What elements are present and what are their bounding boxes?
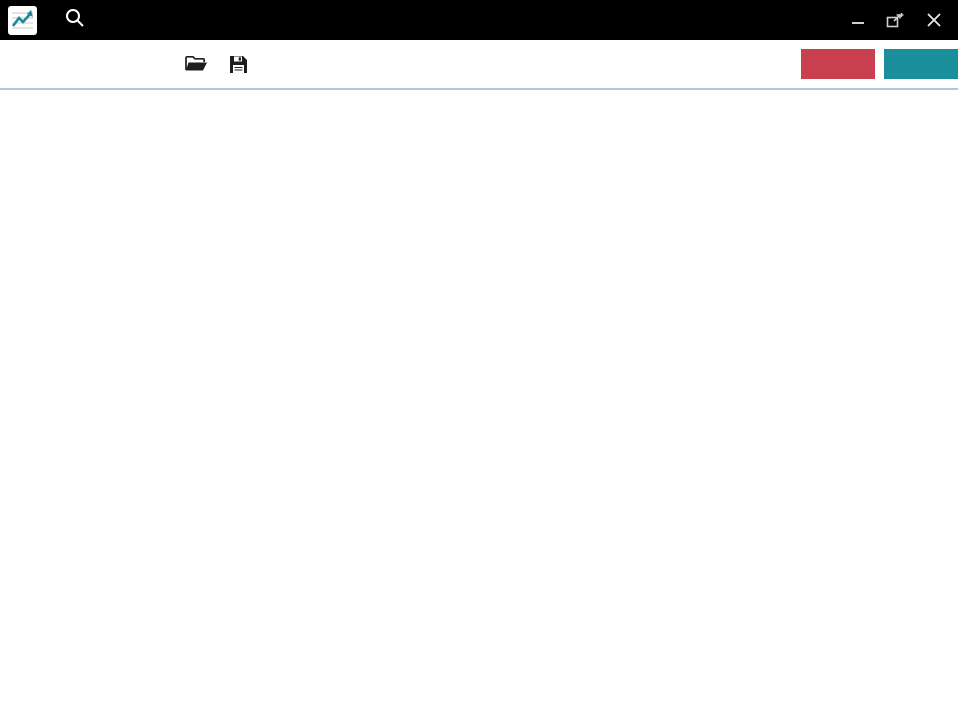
minimize-button[interactable] bbox=[851, 13, 865, 27]
open-folder-icon[interactable] bbox=[184, 54, 208, 74]
title-bar bbox=[0, 0, 958, 40]
chart-canvas[interactable] bbox=[0, 0, 958, 712]
popout-button[interactable] bbox=[886, 12, 905, 29]
ask-price-badge bbox=[884, 49, 958, 79]
bid-price-badge bbox=[801, 49, 875, 79]
app-logo-icon bbox=[8, 6, 37, 35]
close-button[interactable] bbox=[926, 12, 942, 28]
save-icon[interactable] bbox=[228, 54, 249, 75]
search-icon[interactable] bbox=[64, 7, 86, 34]
toolbar bbox=[0, 40, 958, 90]
